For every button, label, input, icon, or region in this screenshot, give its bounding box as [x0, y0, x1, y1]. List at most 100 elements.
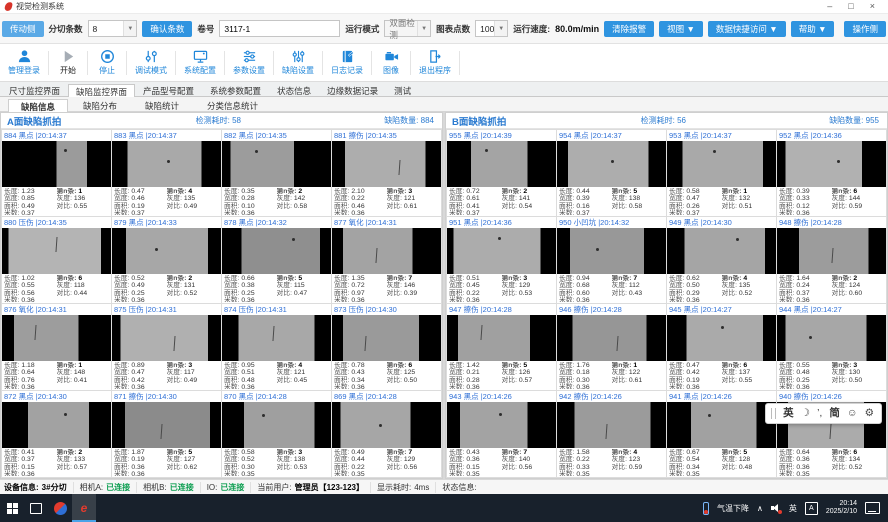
image-button[interactable]: 图像: [374, 46, 408, 80]
parameter-settings-button[interactable]: 参数设置: [227, 46, 271, 80]
defect-card[interactable]: 950 小凹坑 |20:14:32 长度: 0.94 宽度: 0.68 面积: …: [557, 217, 666, 303]
operator-side-button[interactable]: 操作侧: [844, 21, 886, 37]
subtab-class-info-stats[interactable]: 分类信息统计: [194, 98, 271, 111]
defect-card[interactable]: 946 擦伤 |20:14:28 长度: 1.76 宽度: 0.18 面积: 0…: [557, 304, 666, 390]
defect-card[interactable]: 874 压伤 |20:14:31 长度: 0.95 宽度: 0.51 面积: 0…: [222, 304, 331, 390]
slit-count-select[interactable]: 8 ▼: [88, 20, 138, 37]
defect-card[interactable]: 943 黑点 |20:14:26 长度: 0.43 宽度: 0.36 面积: 0…: [447, 391, 556, 477]
defect-card[interactable]: 873 压伤 |20:14:30 长度: 0.78 宽度: 0.43 面积: 0…: [332, 304, 441, 390]
defect-image: [447, 228, 556, 274]
defect-card[interactable]: 947 擦伤 |20:14:28 长度: 1.42 宽度: 0.21 面积: 0…: [447, 304, 556, 390]
pinned-app-button[interactable]: [48, 494, 72, 522]
defect-card[interactable]: 870 黑点 |20:14:28 长度: 0.58 宽度: 0.52 面积: 0…: [222, 391, 331, 477]
subtab-defect-info[interactable]: 缺陷信息: [8, 99, 68, 112]
defect-card[interactable]: 878 黑点 |20:14:32 长度: 0.66 宽度: 0.38 面积: 0…: [222, 217, 331, 303]
view-menu-button[interactable]: 视图 ▼: [659, 21, 703, 37]
defect-card-details: 长度: 0.64 宽度: 0.36 面积: 0.36 米数: 0.35 第n条:…: [777, 448, 886, 477]
clear-alarm-button[interactable]: 清除报警: [604, 21, 654, 37]
tab-system-params[interactable]: 系统参数配置: [202, 83, 269, 96]
defect-card[interactable]: 880 压伤 |20:14:35 长度: 1.02 宽度: 0.55 面积: 0…: [2, 217, 111, 303]
defect-card[interactable]: 954 黑点 |20:14:37 长度: 0.44 宽度: 0.39 面积: 0…: [557, 130, 666, 216]
defect-card[interactable]: 953 黑点 |20:14:37 长度: 0.58 宽度: 0.47 面积: 0…: [667, 130, 776, 216]
tray-expand-icon[interactable]: ∧: [757, 504, 763, 513]
emoji-icon[interactable]: ☺: [847, 404, 858, 423]
touch-keyboard-icon[interactable]: [865, 502, 880, 514]
panel-b-title: B面缺陷抓拍: [452, 114, 641, 128]
defect-card[interactable]: 877 氧化 |20:14:31 长度: 1.35 宽度: 0.72 面积: 0…: [332, 217, 441, 303]
weather-widget[interactable]: 气温下降: [717, 503, 749, 514]
panel-b-defect-count: 缺陷数量: 955: [829, 115, 879, 126]
moon-icon[interactable]: ☽: [801, 404, 810, 423]
subtab-defect-stats[interactable]: 缺陷统计: [132, 98, 192, 111]
defect-card[interactable]: 951 黑点 |20:14:36 长度: 0.51 宽度: 0.45 面积: 0…: [447, 217, 556, 303]
defect-image: [332, 141, 441, 187]
admin-login-button[interactable]: 管理登录: [2, 46, 46, 80]
ime-simplified-toggle[interactable]: 简: [829, 404, 840, 423]
defect-card[interactable]: 879 黑点 |20:14:33 长度: 0.52 宽度: 0.49 面积: 0…: [112, 217, 221, 303]
roll-number-input[interactable]: [219, 20, 340, 37]
defect-image: [222, 141, 331, 187]
defect-card[interactable]: 884 黑点 |20:14:37 长度: 1.23 宽度: 0.85 面积: 0…: [2, 130, 111, 216]
ime-mode-icon[interactable]: A: [805, 502, 818, 515]
help-menu-button[interactable]: 帮助 ▼: [791, 21, 835, 37]
defect-card-header: 949 黑点 |20:14:30: [667, 217, 776, 228]
log-record-button[interactable]: 日志记录: [325, 46, 369, 80]
run-mode-select[interactable]: 双面检测 ▼: [384, 20, 431, 37]
tab-status-info[interactable]: 状态信息: [269, 83, 319, 96]
defect-image: [667, 315, 776, 361]
defect-card-details: 长度: 0.47 宽度: 0.42 面积: 0.19 米数: 0.36 第n条:…: [667, 361, 776, 390]
defect-card[interactable]: 871 擦伤 |20:14:30 长度: 1.87 宽度: 0.19 面积: 0…: [112, 391, 221, 477]
defect-card-details: 长度: 0.49 宽度: 0.44 面积: 0.22 米数: 0.35 第n条:…: [332, 448, 441, 477]
confirm-count-button[interactable]: 确认条数: [142, 21, 192, 37]
defect-mark: [64, 413, 67, 416]
defect-card[interactable]: 948 擦伤 |20:14:28 长度: 1.64 宽度: 0.24 面积: 0…: [777, 217, 886, 303]
defect-mark: [379, 424, 382, 427]
ime-mode-english[interactable]: 英: [783, 404, 794, 423]
maximize-button[interactable]: □: [848, 2, 853, 11]
defect-card[interactable]: 942 擦伤 |20:14:26 长度: 1.58 宽度: 0.22 面积: 0…: [557, 391, 666, 477]
drive-side-button[interactable]: 传动侧: [2, 21, 44, 37]
defect-card[interactable]: 876 氧化 |20:14:31 长度: 1.18 宽度: 0.64 面积: 0…: [2, 304, 111, 390]
defect-card-header: 880 压伤 |20:14:35: [2, 217, 111, 228]
speaker-icon[interactable]: [771, 504, 781, 513]
defect-card[interactable]: 882 黑点 |20:14:35 长度: 0.35 宽度: 0.28 面积: 0…: [222, 130, 331, 216]
journal-icon: [340, 49, 355, 64]
system-config-button[interactable]: 系统配置: [178, 46, 222, 80]
task-view-button[interactable]: [24, 494, 48, 522]
gear-icon[interactable]: ⚙: [865, 404, 874, 423]
defect-card[interactable]: 869 黑点 |20:14:28 长度: 0.49 宽度: 0.44 面积: 0…: [332, 391, 441, 477]
start-menu-button[interactable]: [0, 494, 24, 522]
ime-language-indicator[interactable]: 英: [789, 503, 797, 514]
taskbar-clock[interactable]: 20:142025/2/10: [826, 500, 857, 517]
tab-defect-monitor[interactable]: 缺陷监控界面: [68, 84, 135, 97]
defect-card[interactable]: 955 黑点 |20:14:39 长度: 0.72 宽度: 0.61 面积: 0…: [447, 130, 556, 216]
subtab-defect-distribution[interactable]: 缺陷分布: [70, 98, 130, 111]
defect-card[interactable]: 952 黑点 |20:14:36 长度: 0.39 宽度: 0.33 面积: 0…: [777, 130, 886, 216]
defect-card[interactable]: 881 擦伤 |20:14:35 长度: 2.10 宽度: 0.22 面积: 0…: [332, 130, 441, 216]
punctuation-icon[interactable]: ’,: [817, 404, 822, 423]
defect-card[interactable]: 872 黑点 |20:14:30 长度: 0.41 宽度: 0.37 面积: 0…: [2, 391, 111, 477]
exit-program-button[interactable]: 退出程序: [413, 46, 457, 80]
debug-mode-button[interactable]: 调试模式: [129, 46, 173, 80]
defect-card[interactable]: 883 黑点 |20:14:37 长度: 0.47 宽度: 0.46 面积: 0…: [112, 130, 221, 216]
windows-taskbar: e 气温下降 ∧ 英 A 20:142025/2/10: [0, 494, 888, 522]
stop-button[interactable]: 停止: [90, 46, 124, 80]
defect-card[interactable]: 944 黑点 |20:14:27 长度: 0.55 宽度: 0.48 面积: 0…: [777, 304, 886, 390]
tab-product-config[interactable]: 产品型号配置: [135, 83, 202, 96]
defect-card[interactable]: 941 黑点 |20:14:26 长度: 0.67 宽度: 0.54 面积: 0…: [667, 391, 776, 477]
defect-card[interactable]: 945 黑点 |20:14:27 长度: 0.47 宽度: 0.42 面积: 0…: [667, 304, 776, 390]
defect-card[interactable]: 949 黑点 |20:14:30 长度: 0.62 宽度: 0.50 面积: 0…: [667, 217, 776, 303]
minimize-button[interactable]: –: [827, 2, 832, 11]
tab-size-monitor[interactable]: 尺寸监控界面: [1, 83, 68, 96]
close-button[interactable]: ×: [870, 2, 875, 11]
defect-card[interactable]: 875 压伤 |20:14:31 长度: 0.89 宽度: 0.47 面积: 0…: [112, 304, 221, 390]
drag-handle-icon[interactable]: [771, 408, 776, 419]
tab-test[interactable]: 测试: [386, 83, 419, 96]
data-access-menu-button[interactable]: 数据快捷访问 ▼: [708, 21, 786, 37]
inspection-app-button[interactable]: e: [72, 494, 96, 522]
start-button[interactable]: 开始: [51, 46, 85, 80]
defect-card-header: 881 擦伤 |20:14:35: [332, 130, 441, 141]
defect-settings-button[interactable]: 缺陷设置: [276, 46, 320, 80]
chart-points-select[interactable]: 100 ▼: [475, 20, 508, 37]
tab-edge-data[interactable]: 边缘数据记录: [319, 83, 386, 96]
